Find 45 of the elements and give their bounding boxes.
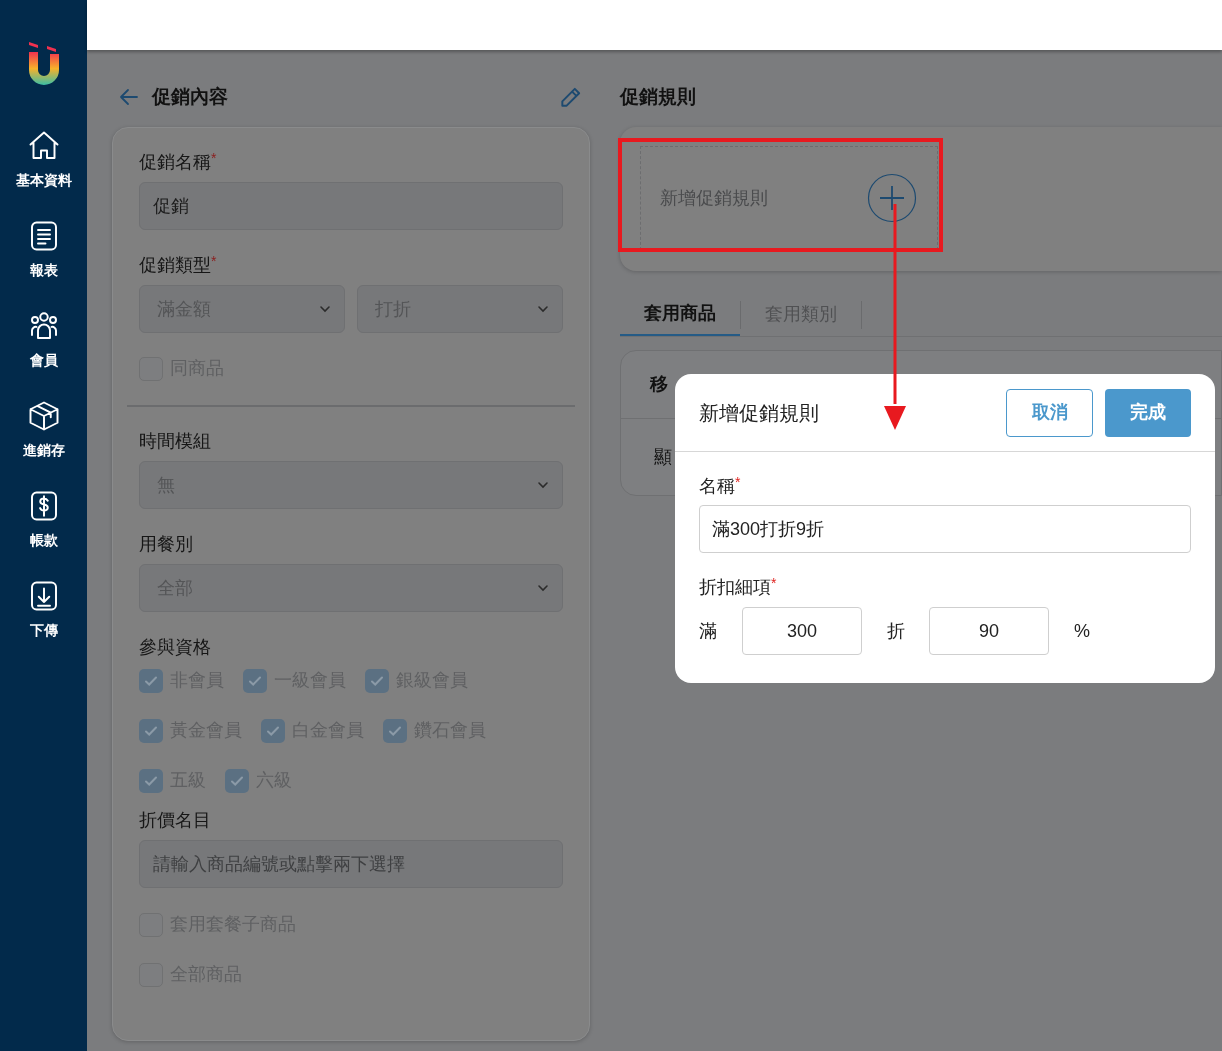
sidebar-item[interactable]: 進銷存	[3, 398, 84, 488]
condition-label: 滿	[699, 619, 718, 643]
text-input[interactable]: 請輸入商品編號或點擊兩下選擇	[139, 840, 563, 888]
amount-input[interactable]: 300	[742, 607, 862, 655]
column-header: 移	[650, 373, 668, 396]
panel-title: 促銷規則	[620, 84, 696, 109]
tab[interactable]: 套用商品	[620, 293, 740, 336]
name-input[interactable]: 滿300打折9折	[699, 505, 1191, 553]
field-label: 促銷名稱	[139, 151, 211, 174]
done-button[interactable]: 完成	[1105, 388, 1191, 437]
logo-icon	[26, 40, 61, 88]
percent-input[interactable]: 90	[929, 607, 1049, 655]
required-mark: *	[211, 150, 217, 166]
percent-sign: %	[1074, 619, 1090, 643]
checkbox[interactable]	[261, 718, 285, 743]
sidebar-item[interactable]: 會員	[3, 308, 84, 398]
checkbox[interactable]	[139, 668, 163, 693]
checkbox[interactable]	[139, 718, 163, 743]
field-label: 參與資格	[139, 636, 211, 659]
sidebar-item[interactable]: 下傳	[3, 578, 84, 668]
sidebar-item[interactable]: 帳款	[3, 488, 84, 578]
field-label: 促銷類型	[139, 254, 211, 277]
text-input[interactable]: 促銷	[139, 182, 563, 230]
cancel-button[interactable]: 取消	[1006, 388, 1093, 437]
sidebar-item[interactable]: 報表	[3, 218, 84, 308]
discount-label: 折	[887, 619, 906, 643]
checkbox[interactable]	[225, 768, 249, 793]
back-arrow-icon[interactable]	[118, 86, 140, 108]
sidebar-item[interactable]: 基本資料	[3, 128, 84, 218]
field-label: 折扣細項	[699, 576, 771, 599]
field-label: 名稱	[699, 475, 735, 498]
add-icon	[867, 173, 917, 223]
checkbox[interactable]	[139, 768, 163, 793]
field-label: 用餐別	[139, 533, 193, 556]
checkbox[interactable]	[383, 718, 407, 743]
table-cell-text: 顯	[654, 445, 672, 469]
checkbox[interactable]	[243, 668, 267, 693]
dialog-title: 新增促銷規則	[699, 400, 819, 426]
panel-title: 促銷內容	[152, 84, 228, 109]
required-mark: *	[771, 575, 777, 591]
field-label: 折價名目	[139, 809, 211, 832]
checkbox[interactable]	[365, 668, 389, 693]
required-mark: *	[735, 474, 741, 490]
field-label: 時間模組	[139, 430, 211, 453]
required-mark: *	[211, 253, 217, 269]
